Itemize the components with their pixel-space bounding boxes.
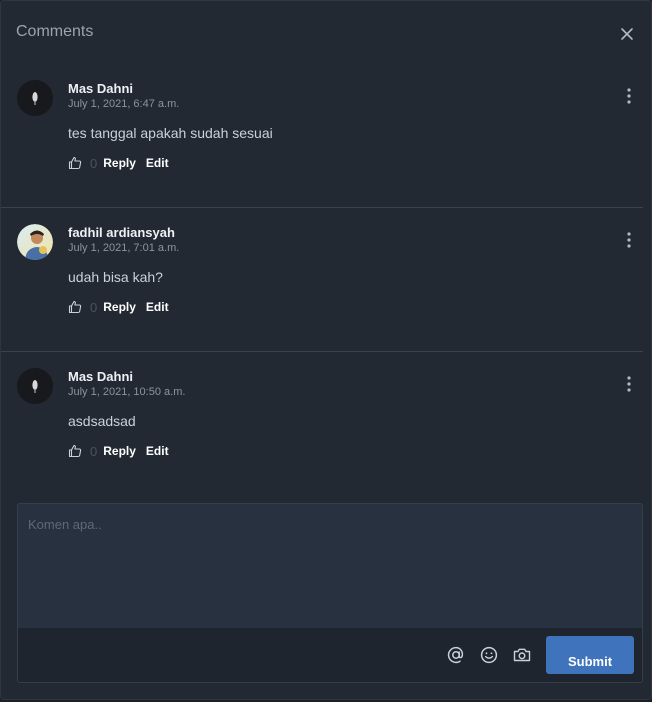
comment-divider xyxy=(1,207,643,208)
comment-menu-button[interactable] xyxy=(621,87,637,105)
close-icon xyxy=(621,28,633,40)
comment-menu-button[interactable] xyxy=(621,375,637,393)
comment-timestamp: July 1, 2021, 7:01 a.m. xyxy=(68,242,180,254)
user-photo-avatar xyxy=(17,224,53,260)
edit-button[interactable]: Edit xyxy=(146,300,169,314)
comment-text: udah bisa kah? xyxy=(68,269,163,285)
comment-composer: Submit xyxy=(17,503,643,683)
reply-button[interactable]: Reply xyxy=(103,444,136,458)
comment-timestamp: July 1, 2021, 10:50 a.m. xyxy=(68,386,186,398)
more-vertical-icon xyxy=(627,376,631,392)
thumbs-up-icon xyxy=(68,300,82,314)
reply-button[interactable]: Reply xyxy=(103,156,136,170)
submit-button[interactable]: Submit xyxy=(546,636,634,674)
thumbs-up-icon xyxy=(68,156,82,170)
avatar xyxy=(17,368,53,404)
comment-author[interactable]: Mas Dahni xyxy=(68,369,133,384)
comment-text: asdsadsad xyxy=(68,413,136,429)
user-avatar-icon xyxy=(17,368,53,404)
comment-item: Mas Dahni July 1, 2021, 6:47 a.m. tes ta… xyxy=(1,80,651,210)
comment-actions: 0 Reply Edit xyxy=(68,155,169,171)
comment-actions: 0 Reply Edit xyxy=(68,443,169,459)
like-count: 0 xyxy=(90,443,98,459)
edit-button[interactable]: Edit xyxy=(146,444,169,458)
composer-toolbar: Submit xyxy=(18,628,642,682)
emoji-button[interactable] xyxy=(479,645,499,665)
at-sign-icon xyxy=(447,646,464,664)
comment-actions: 0 Reply Edit xyxy=(68,299,169,315)
comment-author[interactable]: fadhil ardiansyah xyxy=(68,225,175,240)
user-avatar-icon xyxy=(17,80,53,116)
comment-input[interactable] xyxy=(18,504,642,628)
comment-item: Mas Dahni July 1, 2021, 10:50 a.m. asdsa… xyxy=(1,368,651,498)
comment-author[interactable]: Mas Dahni xyxy=(68,81,133,96)
avatar xyxy=(17,224,53,260)
avatar xyxy=(17,80,53,116)
edit-button[interactable]: Edit xyxy=(146,156,169,170)
camera-icon xyxy=(513,648,531,662)
like-button[interactable] xyxy=(68,156,82,170)
smile-icon xyxy=(480,646,498,664)
like-count: 0 xyxy=(90,299,98,315)
thumbs-up-icon xyxy=(68,444,82,458)
mention-button[interactable] xyxy=(446,645,466,665)
comment-timestamp: July 1, 2021, 6:47 a.m. xyxy=(68,98,180,110)
reply-button[interactable]: Reply xyxy=(103,300,136,314)
camera-button[interactable] xyxy=(512,645,532,665)
comment-text: tes tanggal apakah sudah sesuai xyxy=(68,125,273,141)
comment-menu-button[interactable] xyxy=(621,231,637,249)
like-button[interactable] xyxy=(68,300,82,314)
comments-panel: Comments Mas Dahni July 1, 2021, 6:47 a.… xyxy=(0,0,652,700)
more-vertical-icon xyxy=(627,88,631,104)
panel-title: Comments xyxy=(16,23,94,40)
close-button[interactable] xyxy=(617,24,637,44)
comment-divider xyxy=(1,351,643,352)
more-vertical-icon xyxy=(627,232,631,248)
like-count: 0 xyxy=(90,155,98,171)
comment-item: fadhil ardiansyah July 1, 2021, 7:01 a.m… xyxy=(1,224,651,354)
like-button[interactable] xyxy=(68,444,82,458)
